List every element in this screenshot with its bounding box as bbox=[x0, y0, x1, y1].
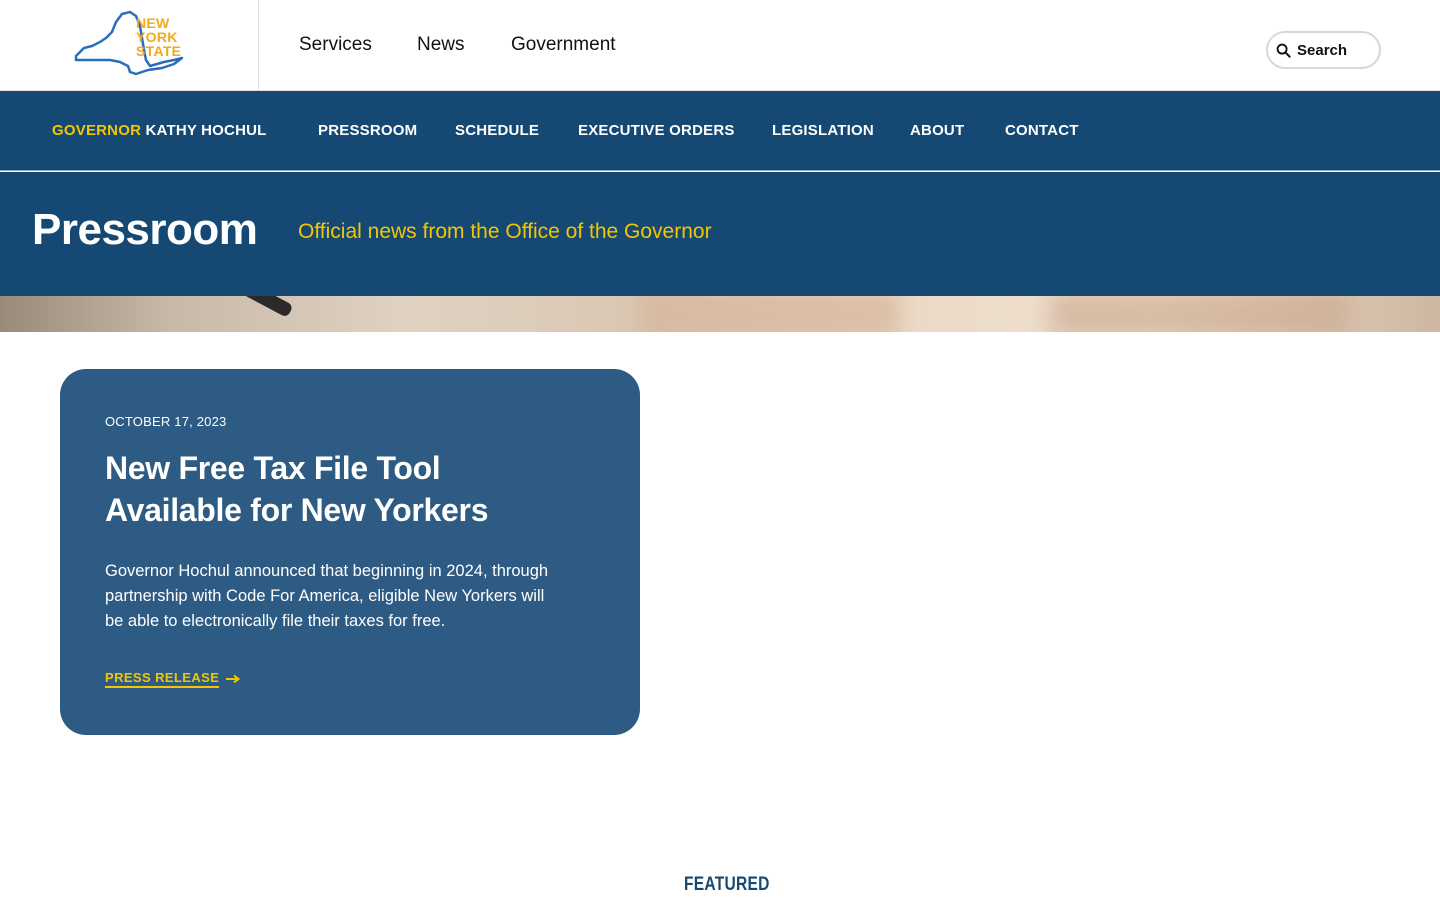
main-nav-schedule[interactable]: SCHEDULE bbox=[455, 122, 539, 139]
news-card: OCTOBER 17, 2023 New Free Tax File Tool … bbox=[60, 369, 640, 735]
pressroom-banner: Pressroom Official news from the Office … bbox=[0, 172, 1440, 296]
hero-pen-shape bbox=[216, 296, 294, 318]
hero-blur-shape bbox=[640, 296, 900, 332]
search-label: Search bbox=[1297, 41, 1348, 59]
logo-line-2: YORK bbox=[136, 29, 178, 45]
top-header: NEW YORK STATE Services News Government … bbox=[0, 0, 1440, 91]
hero-image bbox=[0, 296, 1440, 332]
search-icon bbox=[1276, 43, 1291, 58]
hero-blur-shape bbox=[1050, 296, 1350, 332]
main-nav-legislation[interactable]: LEGISLATION bbox=[772, 122, 874, 139]
featured-heading: FEATURED bbox=[684, 874, 770, 895]
logo-line-3: STATE bbox=[136, 43, 182, 59]
press-release-link[interactable]: PRESS RELEASE bbox=[105, 670, 241, 688]
main-nav: GOVERNOR KATHY HOCHUL PRESSROOM SCHEDULE… bbox=[0, 91, 1440, 171]
search-button[interactable]: Search bbox=[1276, 38, 1347, 62]
top-nav-news[interactable]: News bbox=[417, 33, 465, 57]
governor-name: KATHY HOCHUL bbox=[145, 122, 267, 139]
top-nav-services[interactable]: Services bbox=[299, 33, 372, 57]
governor-prefix: GOVERNOR bbox=[52, 122, 142, 139]
news-date: OCTOBER 17, 2023 bbox=[105, 414, 227, 429]
main-nav-about[interactable]: ABOUT bbox=[910, 122, 964, 139]
news-title-line-2: Available for New Yorkers bbox=[105, 492, 489, 528]
logo-line-1: NEW bbox=[136, 15, 170, 31]
main-nav-governor[interactable]: GOVERNOR KATHY HOCHUL bbox=[52, 122, 267, 139]
news-summary: Governor Hochul announced that beginning… bbox=[105, 559, 600, 634]
main-nav-executive-orders[interactable]: EXECUTIVE ORDERS bbox=[578, 122, 735, 139]
news-title-line-1: New Free Tax File Tool bbox=[105, 450, 441, 486]
press-release-label: PRESS RELEASE bbox=[105, 670, 220, 688]
news-title[interactable]: New Free Tax File Tool Available for New… bbox=[105, 447, 605, 531]
main-nav-contact[interactable]: CONTACT bbox=[1005, 122, 1079, 139]
arrow-right-icon bbox=[226, 674, 241, 684]
news-summary-line-2: partnership with Code For America, eligi… bbox=[105, 587, 545, 605]
header-divider bbox=[258, 0, 259, 91]
news-summary-line-1: Governor Hochul announced that beginning… bbox=[105, 562, 549, 580]
main-nav-pressroom[interactable]: PRESSROOM bbox=[318, 122, 417, 139]
nys-logo-text: NEW YORK STATE bbox=[136, 16, 181, 58]
news-summary-line-3: be able to electronically file their tax… bbox=[105, 612, 446, 630]
page-title: Pressroom bbox=[32, 205, 258, 254]
top-nav-government[interactable]: Government bbox=[511, 33, 616, 57]
page-subtitle: Official news from the Office of the Gov… bbox=[298, 220, 712, 243]
